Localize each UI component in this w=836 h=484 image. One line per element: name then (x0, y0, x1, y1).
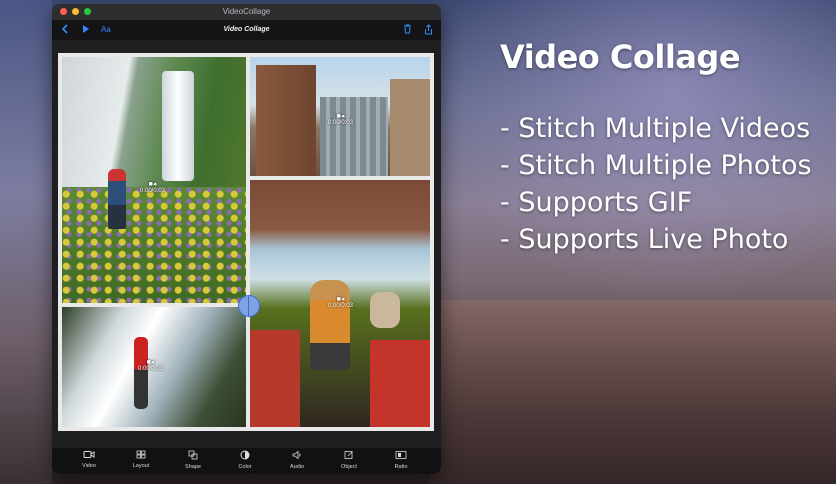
building-middle (320, 97, 388, 176)
color-icon (240, 450, 250, 460)
window-title: VideoCollage (222, 7, 271, 16)
flower-field (62, 187, 246, 303)
collage-cell-car-dog[interactable]: ■◂ 0:00/0:03 (250, 180, 430, 427)
object-icon (344, 451, 353, 459)
collage-canvas: ■◂ 0:00/0:03 ■◂ 0:00/0:03 ■◂ 0:00/0:03 ■… (58, 53, 434, 431)
toolbar-title: Video Collage (223, 26, 270, 33)
tab-audio[interactable]: Audio (280, 450, 314, 471)
collage-cell-city-skyline[interactable]: ■◂ 0:00/0:03 (250, 57, 430, 176)
video-camera-icon: ■◂ (148, 181, 157, 188)
app-window: VideoCollage Aa Video Collage ■◂ 0:00/0:… (52, 4, 441, 474)
toolbar: Aa Video Collage (52, 20, 441, 40)
background-left-strip (0, 0, 52, 484)
tab-color[interactable]: Color (228, 450, 262, 471)
tab-label: Layout (132, 463, 150, 469)
feature-item: - Supports GIF (500, 187, 693, 218)
tab-shape[interactable]: Shape (176, 450, 210, 471)
divider-drag-handle[interactable] (238, 295, 260, 317)
tab-ratio[interactable]: Ratio (384, 450, 418, 471)
tab-label: Object (341, 464, 357, 470)
bottom-tab-bar: Video Layout Shape Color Audio Object Ra… (52, 448, 441, 474)
background-lower (430, 300, 836, 484)
promo-panel: Video Collage - Stitch Multiple Videos -… (500, 38, 812, 258)
video-icon (83, 451, 95, 458)
promo-title: Video Collage (500, 38, 741, 76)
video-duration: 0:00/0:03 (138, 366, 164, 372)
share-icon (425, 24, 432, 35)
building-right (390, 79, 430, 176)
layout-grid-icon (136, 450, 146, 459)
shape-icon (188, 450, 198, 460)
waterfall-image-part (162, 71, 194, 181)
tab-label: Audio (289, 464, 305, 470)
hiker-figure (108, 169, 126, 229)
car-seat-right (370, 340, 430, 427)
feature-item: - Stitch Multiple Videos (500, 113, 811, 144)
car-seat-left (250, 330, 300, 427)
feature-item: - Supports Live Photo (500, 224, 789, 255)
video-indicator: ■◂ 0:00/0:03 (140, 181, 165, 194)
tab-label: Color (238, 464, 252, 470)
video-camera-icon: ■◂ (336, 113, 345, 120)
share-button[interactable] (424, 24, 433, 37)
video-duration: 0:00/0:03 (140, 188, 166, 194)
tab-object[interactable]: Object (332, 450, 366, 471)
video-camera-icon: ■◂ (146, 359, 155, 366)
tab-label: Ratio (394, 464, 408, 470)
tab-video[interactable]: Video (72, 450, 106, 470)
video-camera-icon: ■◂ (336, 296, 345, 303)
collage-cell-waterfall-person[interactable]: ■◂ 0:00/0:03 (62, 307, 246, 427)
delete-button[interactable] (403, 24, 412, 36)
man-figure (310, 280, 350, 370)
person-figure (134, 337, 148, 409)
video-duration: 0:00/0:03 (328, 303, 354, 309)
ratio-icon (395, 451, 407, 459)
tab-layout[interactable]: Layout (124, 450, 158, 470)
collage-cell-waterfall-hiker[interactable]: ■◂ 0:00/0:03 (62, 57, 246, 303)
dog-figure (370, 292, 400, 328)
tab-label: Shape (185, 464, 201, 470)
video-indicator: ■◂ 0:00/0:03 (138, 359, 163, 372)
video-indicator: ■◂ 0:00/0:03 (328, 296, 353, 309)
building-left (256, 65, 316, 176)
speaker-icon (292, 450, 301, 460)
feature-item: - Stitch Multiple Photos (500, 150, 812, 181)
video-duration: 0:00/0:03 (328, 120, 354, 126)
video-indicator: ■◂ 0:00/0:03 (328, 113, 353, 126)
tab-label: Video (82, 463, 96, 469)
trash-icon (404, 24, 411, 34)
title-bar[interactable]: VideoCollage (52, 4, 441, 20)
